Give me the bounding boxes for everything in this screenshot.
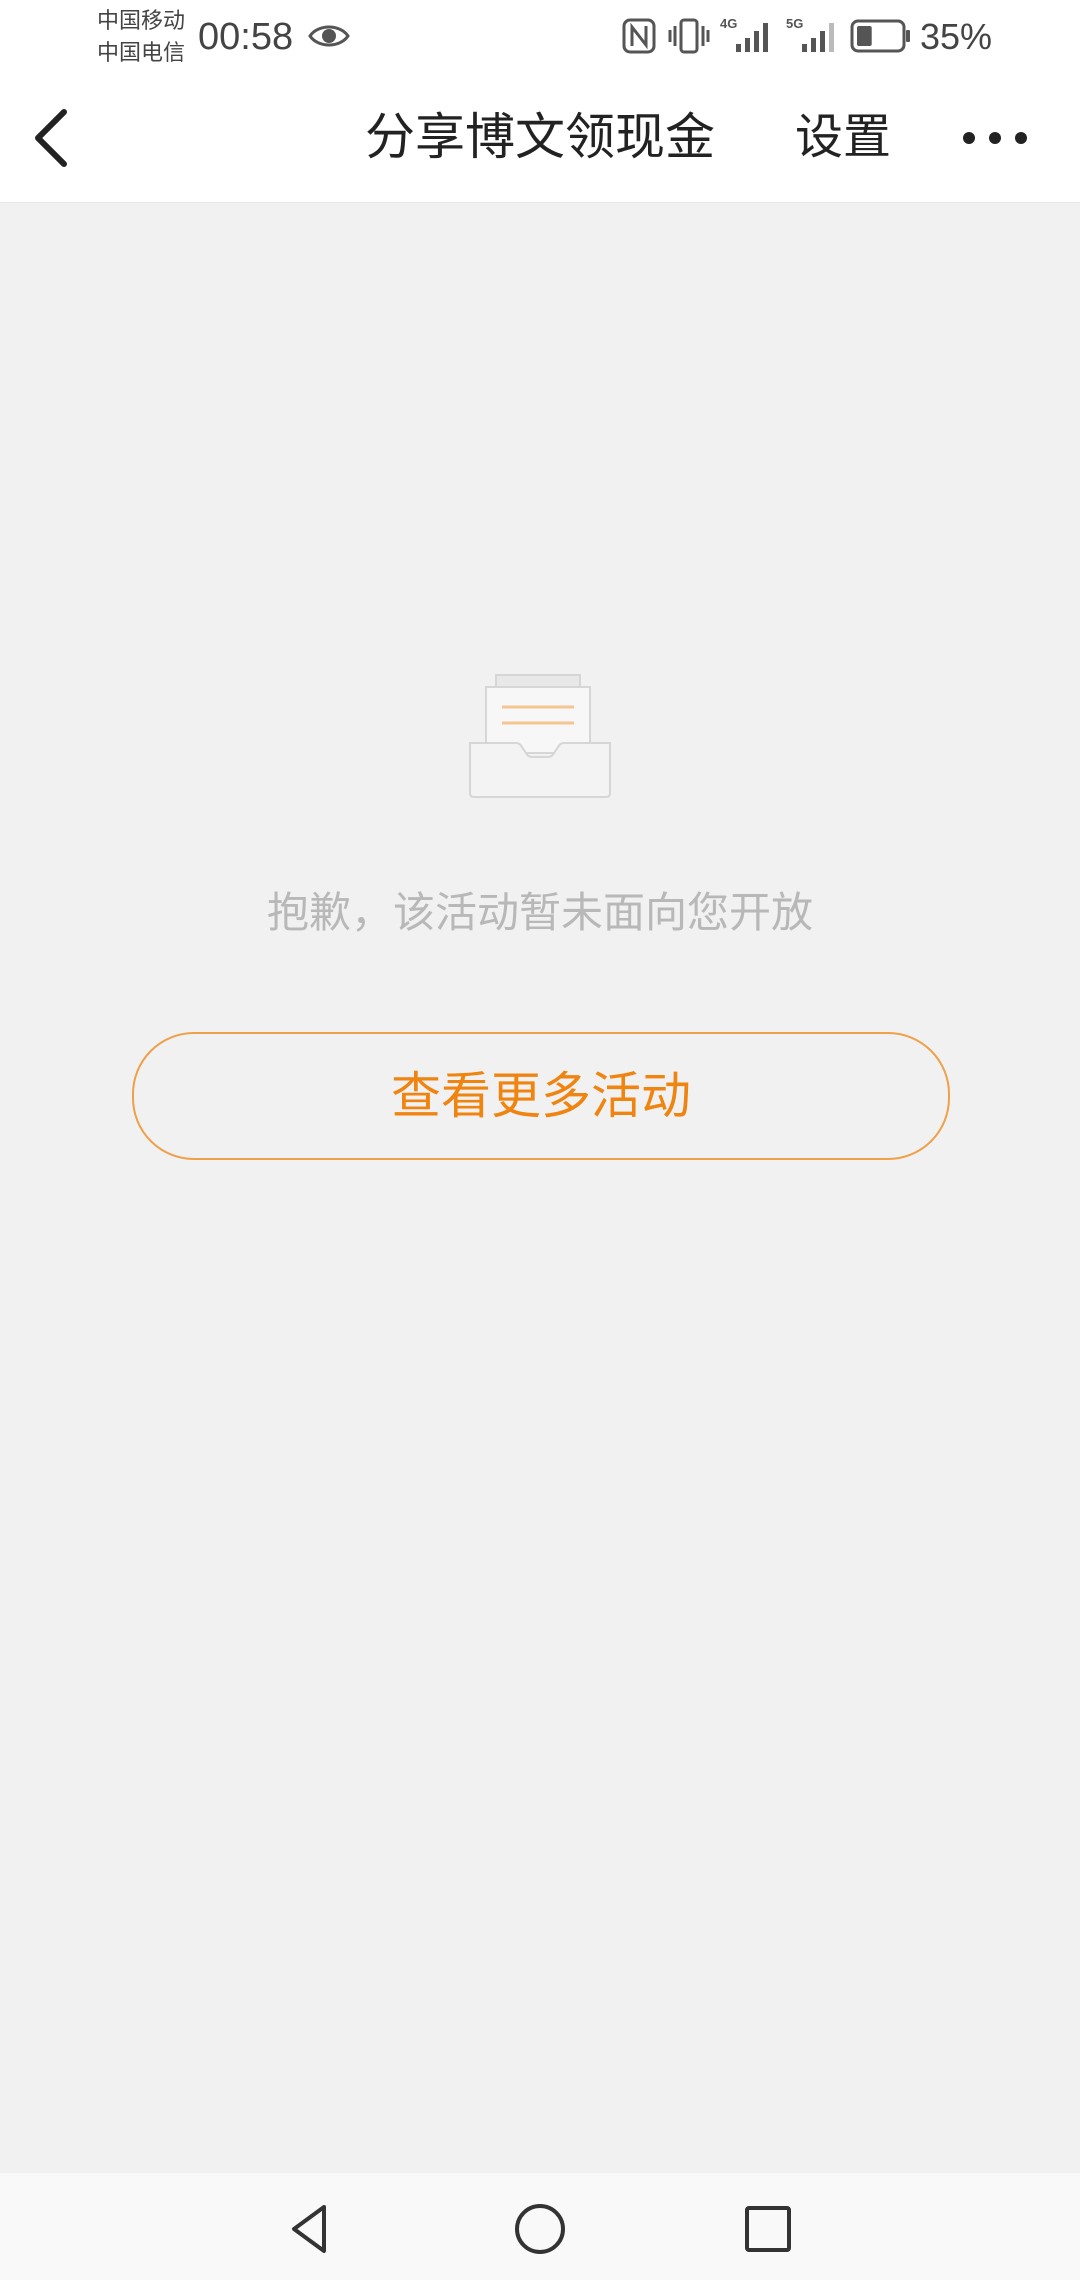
back-button[interactable]	[18, 100, 94, 176]
more-button[interactable]	[955, 110, 1035, 166]
signal-5g-icon: 5G	[786, 16, 834, 52]
nav-recent-button[interactable]	[738, 2199, 798, 2259]
nav-home-button[interactable]	[510, 2199, 570, 2259]
vibrate-icon	[668, 18, 710, 54]
eye-icon	[308, 25, 350, 47]
network-label-1: 4G	[720, 16, 737, 31]
chevron-left-icon	[35, 109, 67, 167]
signal-4g-icon: 4G	[720, 16, 768, 52]
carrier-1: 中国移动	[97, 9, 186, 34]
empty-inbox-icon	[469, 674, 611, 798]
nav-home-circle-icon	[515, 2204, 565, 2254]
system-nav-bar	[0, 2173, 1080, 2280]
more-dots-icon	[963, 132, 1027, 144]
main-content: 抱歉，该活动暂未面向您开放 查看更多活动	[0, 203, 1080, 2173]
empty-message: 抱歉，该活动暂未面向您开放	[266, 888, 813, 937]
carrier-2: 中国电信	[97, 41, 186, 66]
nav-back-triangle-icon	[292, 2205, 326, 2253]
network-label-2: 5G	[786, 16, 803, 31]
carrier-names: 中国移动 中国电信	[97, 6, 197, 70]
status-bar: 中国移动 中国电信 00:58 4G 5G 35%	[0, 0, 1080, 74]
view-more-activities-button[interactable]: 查看更多活动	[132, 1032, 950, 1160]
header: 分享博文领现金 设置	[0, 74, 1080, 203]
battery-percent: 35%	[920, 16, 993, 57]
nav-recent-square-icon	[745, 2206, 791, 2252]
settings-button[interactable]: 设置	[795, 104, 891, 170]
status-time: 00:58	[198, 16, 294, 58]
page-title: 分享博文领现金	[365, 108, 715, 166]
battery-icon	[850, 19, 910, 53]
battery-fill	[857, 26, 872, 46]
nav-back-button[interactable]	[280, 2199, 340, 2259]
nfc-icon	[622, 18, 656, 54]
